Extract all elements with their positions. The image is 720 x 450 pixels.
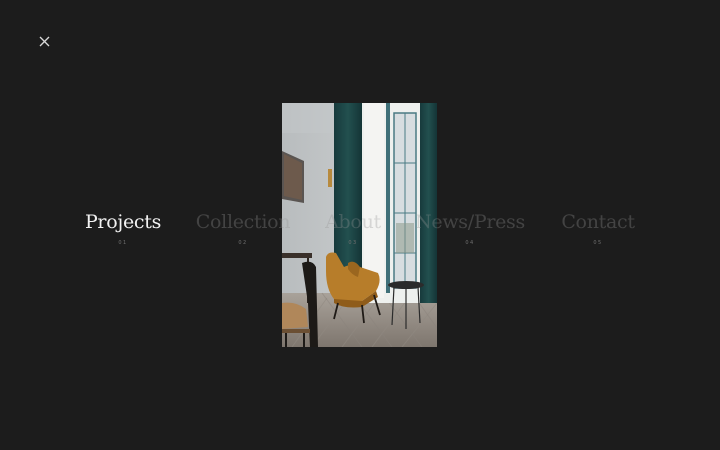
nav-number: 05 (593, 240, 603, 246)
nav-item-news-press[interactable]: News/Press 04 (410, 208, 530, 246)
nav-item-about[interactable]: About 03 (320, 208, 386, 246)
nav-label: Projects (84, 211, 162, 233)
nav-number: 03 (348, 240, 358, 246)
nav-label: About (325, 211, 381, 233)
nav-number: 04 (465, 240, 475, 246)
nav-label: News/Press (415, 211, 525, 233)
close-button[interactable] (36, 33, 53, 50)
nav-number: 01 (118, 240, 128, 246)
close-icon (39, 36, 50, 47)
nav-number: 02 (238, 240, 248, 246)
nav-item-collection[interactable]: Collection 02 (192, 208, 294, 246)
nav-label: Collection (195, 211, 291, 233)
nav-label: Contact (561, 211, 635, 233)
nav-item-projects[interactable]: Projects 01 (82, 208, 164, 246)
nav-item-contact[interactable]: Contact 05 (558, 208, 638, 246)
